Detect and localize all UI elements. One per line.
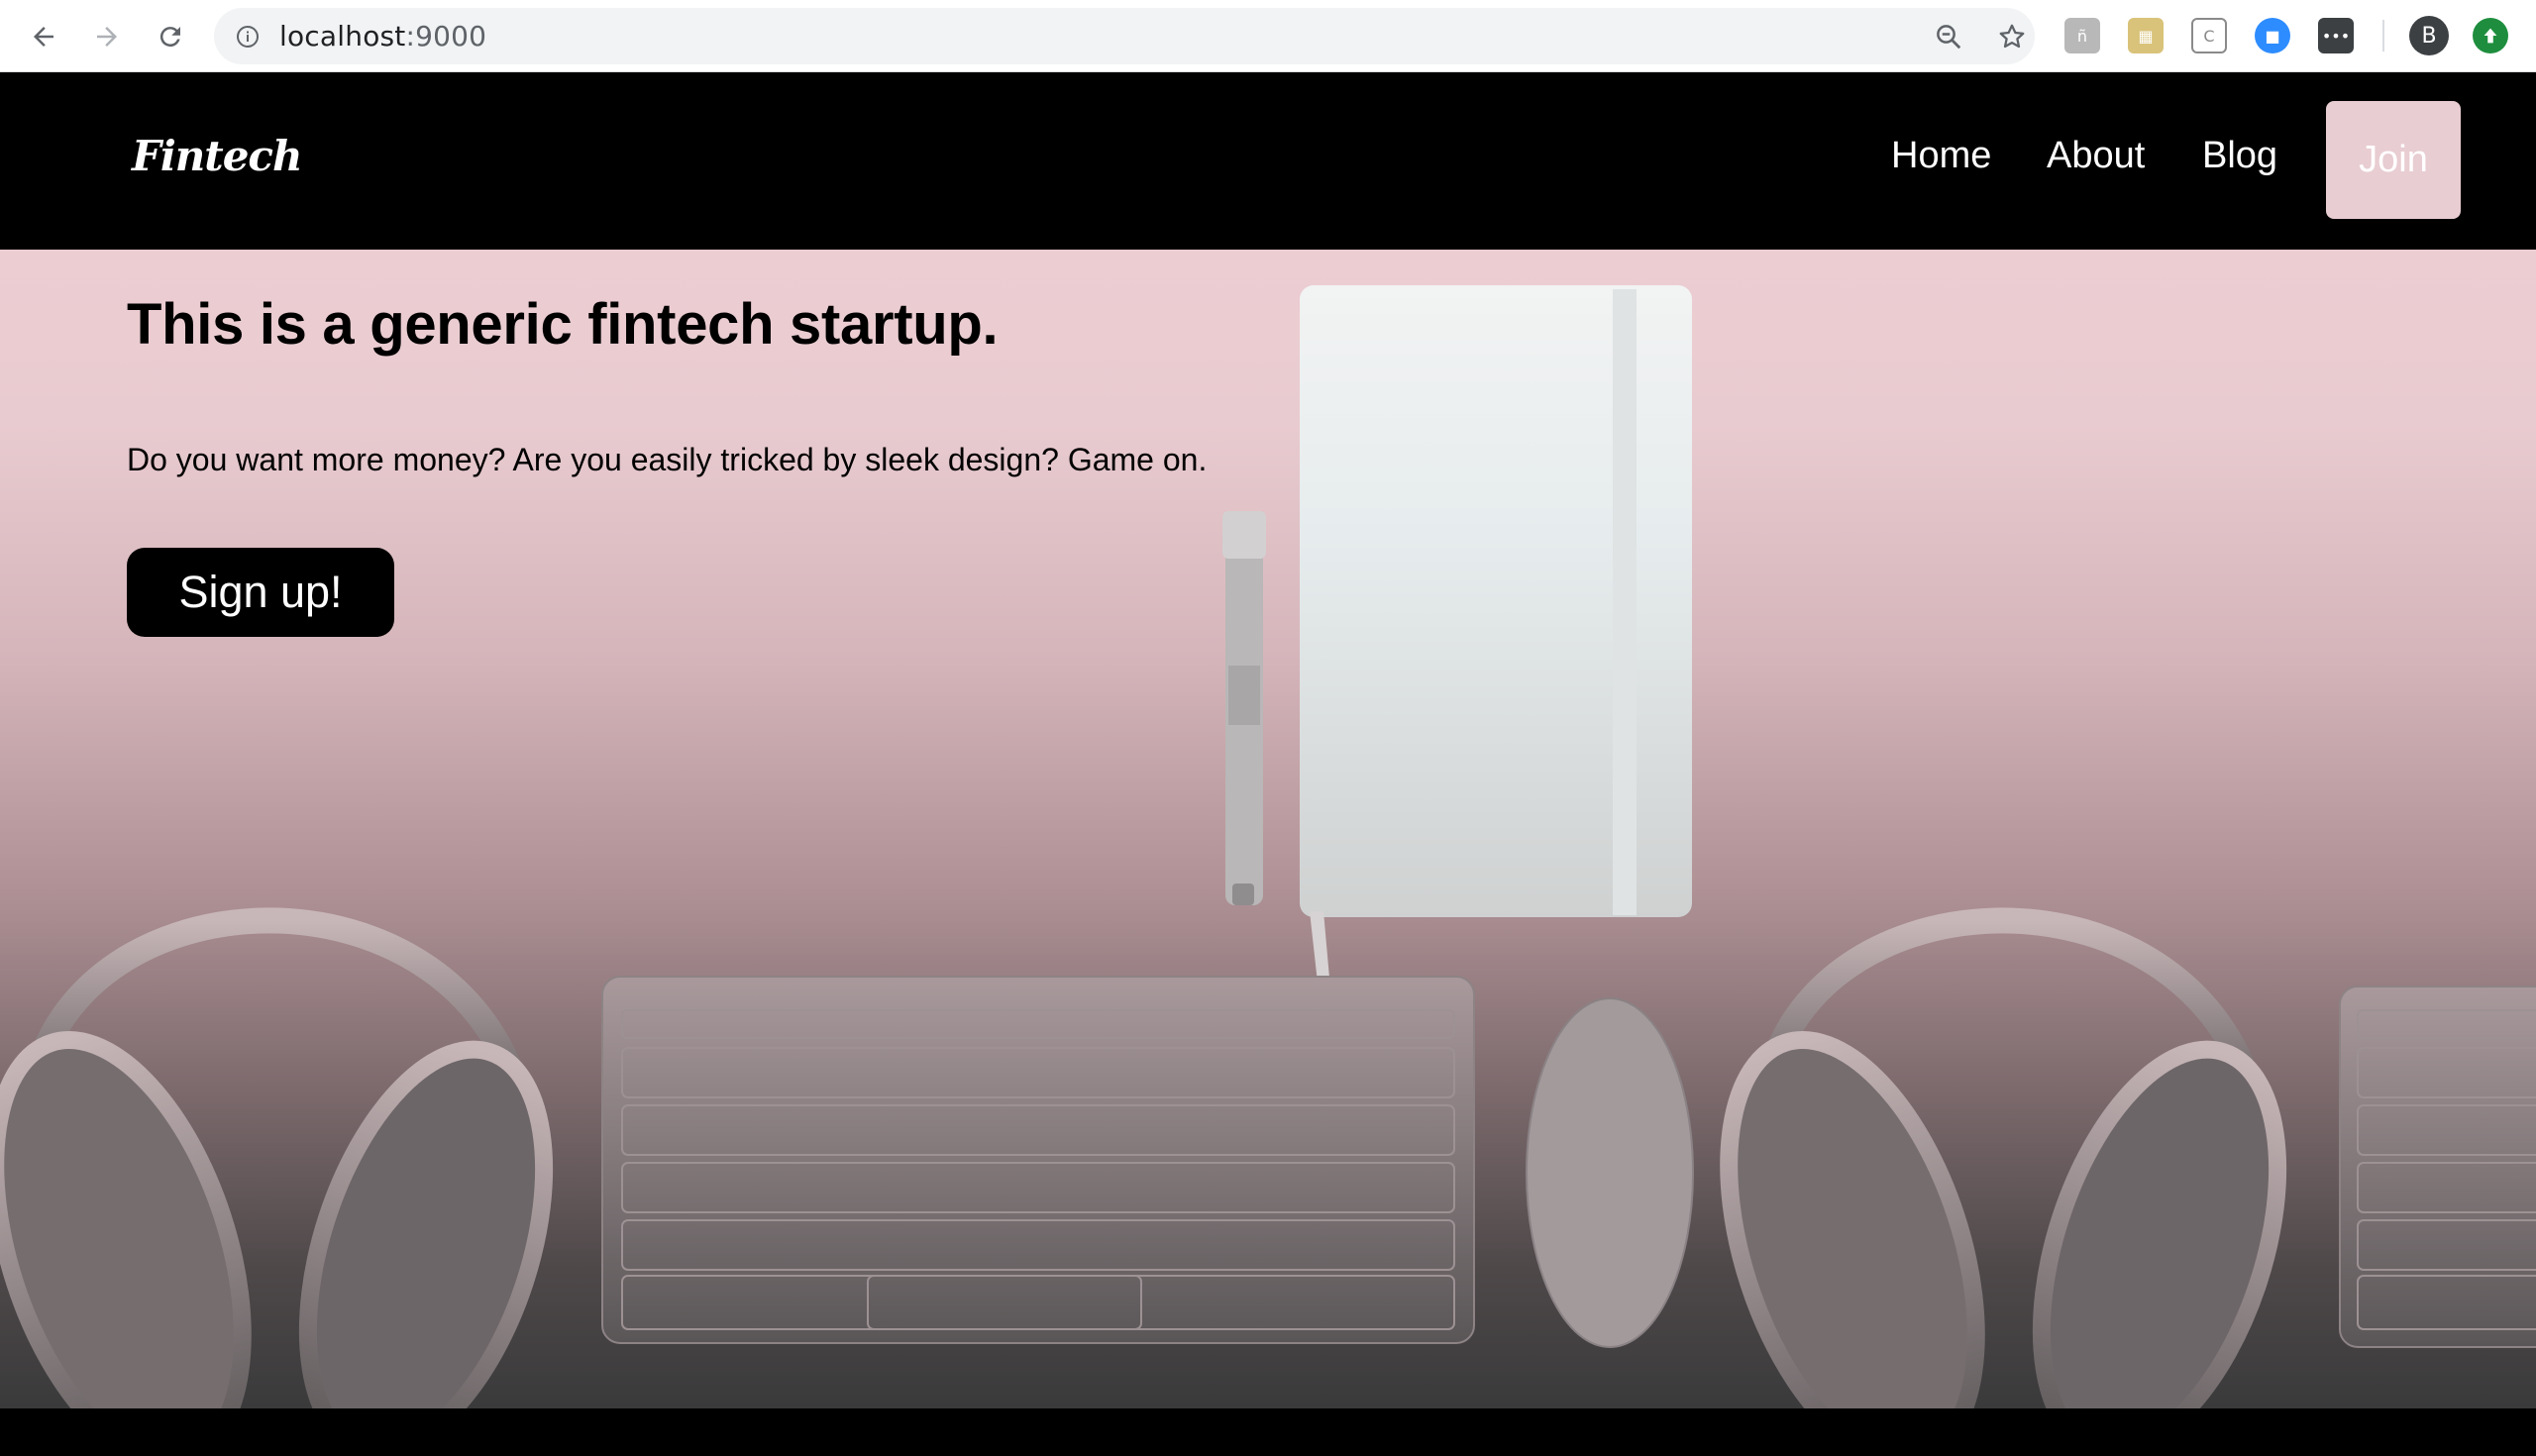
extension-image-icon[interactable]: ▦ <box>2128 18 2164 53</box>
url-host: localhost <box>279 20 406 52</box>
reload-icon <box>159 27 180 48</box>
mouse-image <box>1526 997 1694 1348</box>
extension-clipboard-icon[interactable]: C <box>2191 18 2227 53</box>
toolbar-separator <box>2382 20 2384 52</box>
back-button[interactable] <box>24 17 63 56</box>
extension-ghostery-icon[interactable]: ñ <box>2064 18 2100 53</box>
keyboard-image <box>601 976 1475 1344</box>
join-button[interactable]: Join <box>2326 101 2461 219</box>
extension-zoom-icon[interactable]: ■ <box>2255 18 2290 53</box>
page-bottom-bar <box>0 1408 2536 1456</box>
zoom-icon[interactable] <box>1934 22 1963 52</box>
nav-about-link[interactable]: About <box>2047 135 2145 177</box>
keyboard-partial-image <box>2339 986 2536 1348</box>
browser-toolbar: localhost:9000 ñ ▦ C ■ ••• B <box>0 0 2536 72</box>
reload-button[interactable] <box>151 17 190 56</box>
hero-title: This is a generic fintech startup. <box>127 292 999 357</box>
update-icon[interactable] <box>2473 18 2508 53</box>
nav-blog-link[interactable]: Blog <box>2202 135 2277 177</box>
nav-home-link[interactable]: Home <box>1891 135 1991 177</box>
profile-avatar[interactable]: B <box>2409 16 2449 55</box>
hero-section: This is a generic fintech startup. Do yo… <box>0 250 2536 1408</box>
site-header: Fintech Home About Blog Join <box>0 72 2536 250</box>
back-icon <box>34 27 53 47</box>
address-bar[interactable]: localhost:9000 <box>214 8 2035 64</box>
desk-background-image <box>0 285 2536 1408</box>
headphones-right-image <box>1720 907 2287 1408</box>
pen-image <box>1222 511 1266 905</box>
extension-dots-icon[interactable]: ••• <box>2318 18 2354 53</box>
forward-button[interactable] <box>87 17 127 56</box>
notebook-image <box>1300 285 1692 983</box>
signup-button[interactable]: Sign up! <box>127 548 394 637</box>
forward-icon <box>97 27 117 47</box>
url-text[interactable]: localhost:9000 <box>279 20 486 52</box>
url-port: :9000 <box>405 20 487 52</box>
site-logo[interactable]: Fintech <box>132 132 303 180</box>
headphones-left-image <box>0 907 554 1408</box>
star-icon[interactable] <box>1997 22 2027 52</box>
hero-subtitle: Do you want more money? Are you easily t… <box>127 442 1208 477</box>
info-icon[interactable] <box>236 25 260 49</box>
